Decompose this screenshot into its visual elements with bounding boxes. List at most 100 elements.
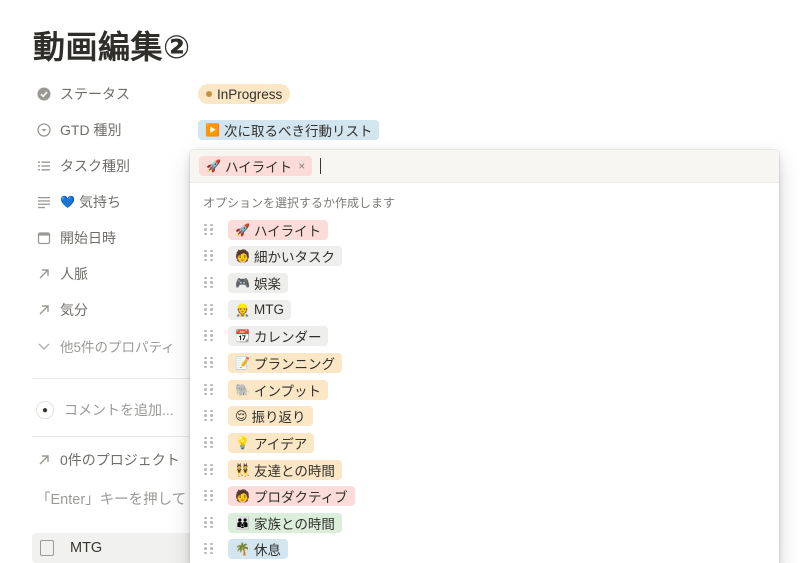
option-label: 娯楽 [253, 276, 281, 292]
drag-handle-icon[interactable] [204, 516, 214, 529]
drag-handle-icon[interactable] [204, 329, 214, 342]
select-arrow-icon [36, 122, 52, 138]
option-tag: 👷 MTG [228, 299, 291, 320]
text-caret [320, 158, 322, 174]
property-status[interactable]: ステータス [36, 83, 130, 105]
drag-handle-icon[interactable] [204, 409, 214, 422]
drag-handle-icon[interactable] [204, 276, 214, 289]
avatar: ● [36, 401, 54, 419]
linked-page-item[interactable]: MTG [32, 533, 192, 563]
drag-handle-icon[interactable] [204, 542, 214, 555]
selected-option-tag[interactable]: 🚀 ハイライト × [199, 156, 313, 176]
memo-icon: 📝 [235, 355, 250, 370]
palm-tree-icon: 🌴 [235, 541, 250, 556]
relation-arrow-icon [36, 452, 52, 468]
gtd-label: 次に取るべき行動リスト [223, 124, 373, 139]
property-task-type[interactable]: タスク種別 [36, 155, 130, 177]
divider [32, 436, 192, 437]
property-label: 気分 [60, 302, 88, 318]
gtd-value[interactable]: ▶️ 次に取るべき行動リスト [198, 120, 380, 140]
remove-tag-icon[interactable]: × [298, 159, 305, 173]
option-item[interactable]: 💡 アイデア [204, 432, 315, 453]
drag-handle-icon[interactable] [204, 303, 214, 316]
status-value[interactable]: InProgress [198, 84, 291, 104]
linked-page-title: MTG [70, 540, 103, 556]
option-item[interactable]: 👪 家族との時間 [204, 512, 342, 533]
property-feeling[interactable]: 💙 気持ち [36, 191, 121, 213]
property-mood[interactable]: 気分 [36, 299, 88, 321]
option-item[interactable]: 📆 カレンダー [204, 325, 329, 346]
family-icon: 👪 [235, 515, 250, 530]
property-start-date[interactable]: 開始日時 [36, 227, 116, 249]
drag-handle-icon[interactable] [204, 249, 214, 262]
drag-handle-icon[interactable] [204, 463, 214, 476]
option-tag: 🎮 娯楽 [228, 272, 288, 293]
calendar-icon [36, 230, 52, 246]
elephant-icon: 🐘 [235, 382, 250, 397]
check-circle-icon [36, 86, 52, 102]
property-label: タスク種別 [60, 158, 130, 174]
drag-handle-icon[interactable] [204, 436, 214, 449]
option-item[interactable]: 👷 MTG [204, 299, 291, 320]
relation-arrow-icon [36, 266, 52, 282]
option-item[interactable]: 🧑 細かいタスク [204, 245, 342, 266]
option-tag: 👯 友達との時間 [228, 459, 342, 480]
option-tag: 👪 家族との時間 [228, 512, 342, 533]
option-label: アイデア [253, 436, 308, 452]
option-label: インプット [253, 383, 322, 399]
comment-input[interactable]: ● コメントを追加... [36, 399, 174, 421]
option-label: 友達との時間 [253, 463, 335, 479]
page-title[interactable]: 動画編集② [33, 22, 191, 68]
property-label: GTD 種別 [60, 122, 122, 138]
option-label: ハイライト [253, 223, 322, 239]
drag-handle-icon[interactable] [204, 489, 214, 502]
option-item[interactable]: 🚀 ハイライト [204, 219, 329, 240]
property-network[interactable]: 人脈 [36, 263, 88, 285]
option-tag: 🧑 プロダクティブ [228, 485, 355, 506]
option-search-input[interactable]: 🚀 ハイライト × [190, 150, 779, 183]
option-item[interactable]: 📝 プランニング [204, 352, 342, 373]
dropdown-heading: オプションを選択するか作成します [203, 196, 396, 210]
chevron-down-icon [36, 338, 52, 354]
more-properties-toggle[interactable]: 他5件のプロパティ [36, 335, 175, 357]
blue-heart-icon: 💙 [60, 195, 75, 209]
relieved-face-icon: 😌 [235, 408, 248, 423]
property-label: 人脈 [60, 266, 88, 282]
option-label: 家族との時間 [253, 516, 335, 532]
option-label: カレンダー [253, 329, 322, 345]
option-item[interactable]: 🐘 インプット [204, 379, 329, 400]
relation-arrow-icon [36, 302, 52, 318]
option-item[interactable]: 🎮 娯楽 [204, 272, 288, 293]
status-badge: InProgress [198, 84, 291, 104]
document-icon [40, 540, 54, 556]
property-gtd[interactable]: GTD 種別 [36, 119, 121, 141]
option-tag: 📆 カレンダー [228, 325, 329, 346]
gtd-tag: ▶️ 次に取るべき行動リスト [198, 120, 380, 140]
status-dot [206, 91, 212, 97]
option-item[interactable]: 👯 友達との時間 [204, 459, 342, 480]
drag-handle-icon[interactable] [204, 223, 214, 236]
option-item[interactable]: 😌 振り返り [204, 405, 313, 426]
selected-option-label: ハイライト [224, 160, 293, 175]
option-label: 振り返り [251, 409, 306, 425]
game-controller-icon: 🎮 [235, 275, 250, 290]
projects-label: 0件のプロジェクト [60, 452, 180, 468]
property-label: 気持ち [78, 194, 121, 210]
option-label: プロダクティブ [253, 489, 348, 505]
enter-hint: 「Enter」キーを押して [36, 492, 187, 508]
option-tag: 🚀 ハイライト [228, 219, 329, 240]
option-tag: 📝 プランニング [228, 352, 342, 373]
drag-handle-icon[interactable] [204, 356, 214, 369]
drag-handle-icon[interactable] [204, 383, 214, 396]
comment-placeholder: コメントを追加... [64, 402, 174, 418]
option-item[interactable]: 🧑 プロダクティブ [204, 485, 355, 506]
property-label: 他5件のプロパティ [60, 340, 175, 355]
calendar-emoji-icon: 📆 [235, 328, 250, 343]
light-bulb-icon: 💡 [235, 435, 250, 450]
option-label: 休息 [253, 542, 281, 558]
option-tag: 🐘 インプット [228, 379, 329, 400]
rocket-icon: 🚀 [206, 159, 221, 173]
option-item[interactable]: 🌴 休息 [204, 538, 288, 559]
projects-relation[interactable]: 0件のプロジェクト [36, 450, 180, 470]
task-type-dropdown: 🚀 ハイライト × オプションを選択するか作成します 🚀 ハイライト 🧑 細かいタス… [190, 150, 779, 563]
